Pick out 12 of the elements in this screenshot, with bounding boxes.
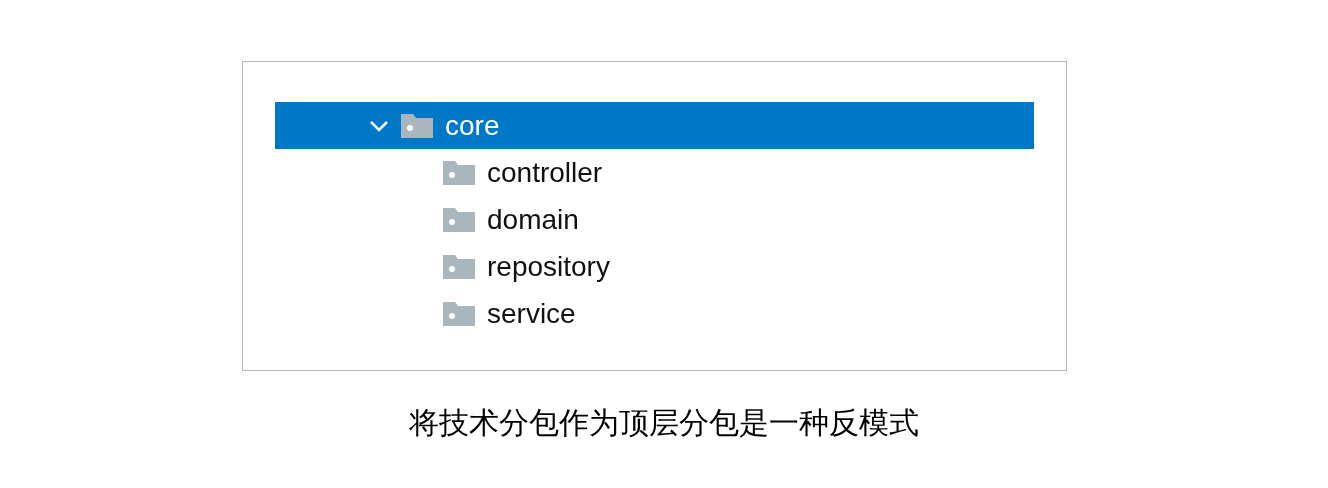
folder-icon [443, 207, 475, 232]
tree-item[interactable]: repository [275, 243, 1034, 290]
tree-item[interactable]: core [275, 102, 1034, 149]
tree-item[interactable]: domain [275, 196, 1034, 243]
folder-icon [443, 301, 475, 326]
tree-item[interactable]: service [275, 290, 1034, 337]
chevron-icon[interactable] [369, 118, 389, 133]
tree-item[interactable]: controller [275, 149, 1034, 196]
figure-caption: 将技术分包作为顶层分包是一种反模式 [408, 404, 920, 442]
folder-icon [443, 160, 475, 185]
folder-icon [443, 254, 475, 279]
folder-icon [401, 113, 433, 138]
